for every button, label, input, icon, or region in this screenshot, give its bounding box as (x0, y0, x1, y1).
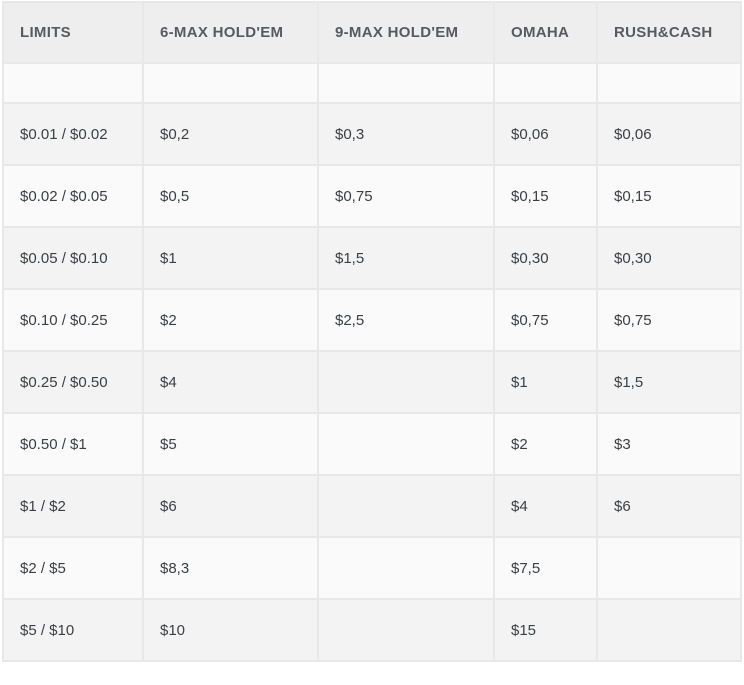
omaha-cell: $0,75 (493, 288, 598, 352)
omaha-cell: $0,30 (493, 226, 598, 290)
rush-cash-cell: $1,5 (596, 350, 742, 414)
limit-cell: $1 / $2 (2, 474, 144, 538)
empty-cell (2, 62, 144, 104)
6max-holdem-cell: $10 (142, 598, 319, 662)
6max-holdem-cell: $8,3 (142, 536, 319, 600)
omaha-cell: $7,5 (493, 536, 598, 600)
table-row: $5 / $10 $10 $15 (2, 598, 742, 662)
9max-holdem-cell: $0,3 (317, 102, 495, 166)
omaha-cell: $1 (493, 350, 598, 414)
9max-holdem-cell (317, 536, 495, 600)
rush-cash-cell: $0,15 (596, 164, 742, 228)
column-header-limits: LIMITS (2, 1, 144, 64)
rush-cash-cell (596, 536, 742, 600)
limit-cell: $0.50 / $1 (2, 412, 144, 476)
6max-holdem-cell: $4 (142, 350, 319, 414)
rush-cash-cell: $0,75 (596, 288, 742, 352)
omaha-cell: $4 (493, 474, 598, 538)
9max-holdem-cell: $0,75 (317, 164, 495, 228)
limit-cell: $2 / $5 (2, 536, 144, 600)
table-row: $0.50 / $1 $5 $2 $3 (2, 412, 742, 476)
column-header-rush-cash: RUSH&CASH (596, 1, 742, 64)
table-row: $0.01 / $0.02 $0,2 $0,3 $0,06 $0,06 (2, 102, 742, 166)
column-header-9max-holdem: 9-MAX HOLD'EM (317, 1, 495, 64)
omaha-cell: $2 (493, 412, 598, 476)
empty-row (2, 62, 742, 104)
table-row: $2 / $5 $8,3 $7,5 (2, 536, 742, 600)
table-row: $1 / $2 $6 $4 $6 (2, 474, 742, 538)
rush-cash-cell (596, 598, 742, 662)
9max-holdem-cell: $1,5 (317, 226, 495, 290)
9max-holdem-cell (317, 598, 495, 662)
omaha-cell: $0,15 (493, 164, 598, 228)
limit-cell: $5 / $10 (2, 598, 144, 662)
limit-cell: $0.01 / $0.02 (2, 102, 144, 166)
empty-cell (142, 62, 319, 104)
empty-cell (317, 62, 495, 104)
limits-table: LIMITS 6-MAX HOLD'EM 9-MAX HOLD'EM OMAHA… (2, 1, 742, 662)
6max-holdem-cell: $0,5 (142, 164, 319, 228)
empty-cell (493, 62, 598, 104)
limit-cell: $0.10 / $0.25 (2, 288, 144, 352)
6max-holdem-cell: $1 (142, 226, 319, 290)
limit-cell: $0.25 / $0.50 (2, 350, 144, 414)
omaha-cell: $0,06 (493, 102, 598, 166)
6max-holdem-cell: $2 (142, 288, 319, 352)
9max-holdem-cell (317, 412, 495, 476)
rush-cash-cell: $3 (596, 412, 742, 476)
6max-holdem-cell: $0,2 (142, 102, 319, 166)
limit-cell: $0.05 / $0.10 (2, 226, 144, 290)
9max-holdem-cell (317, 350, 495, 414)
column-header-omaha: OMAHA (493, 1, 598, 64)
empty-cell (596, 62, 742, 104)
table-row: $0.05 / $0.10 $1 $1,5 $0,30 $0,30 (2, 226, 742, 290)
6max-holdem-cell: $6 (142, 474, 319, 538)
9max-holdem-cell (317, 474, 495, 538)
rush-cash-cell: $0,06 (596, 102, 742, 166)
limit-cell: $0.02 / $0.05 (2, 164, 144, 228)
table-row: $0.02 / $0.05 $0,5 $0,75 $0,15 $0,15 (2, 164, 742, 228)
9max-holdem-cell: $2,5 (317, 288, 495, 352)
rush-cash-cell: $0,30 (596, 226, 742, 290)
omaha-cell: $15 (493, 598, 598, 662)
limits-table-container: LIMITS 6-MAX HOLD'EM 9-MAX HOLD'EM OMAHA… (2, 1, 742, 662)
table-row: $0.10 / $0.25 $2 $2,5 $0,75 $0,75 (2, 288, 742, 352)
column-header-6max-holdem: 6-MAX HOLD'EM (142, 1, 319, 64)
table-header-row: LIMITS 6-MAX HOLD'EM 9-MAX HOLD'EM OMAHA… (2, 1, 742, 64)
table-row: $0.25 / $0.50 $4 $1 $1,5 (2, 350, 742, 414)
rush-cash-cell: $6 (596, 474, 742, 538)
6max-holdem-cell: $5 (142, 412, 319, 476)
